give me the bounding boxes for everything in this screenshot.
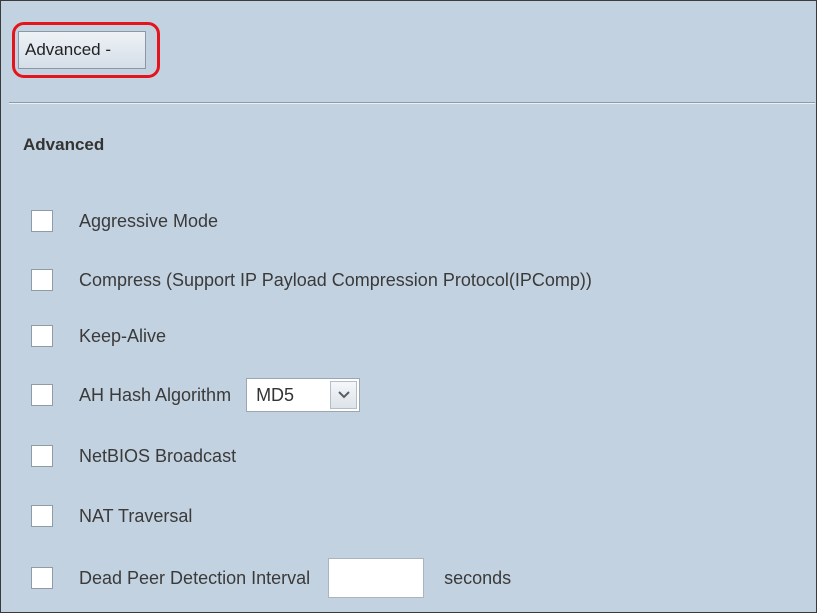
compress-row: Compress (Support IP Payload Compression…	[31, 265, 592, 295]
netbios-broadcast-checkbox[interactable]	[31, 445, 53, 467]
advanced-settings-panel: Advanced - Advanced Aggressive Mode Comp…	[0, 0, 817, 613]
keep-alive-row: Keep-Alive	[31, 321, 166, 351]
ah-hash-row: AH Hash Algorithm MD5	[31, 378, 361, 412]
dead-peer-detection-checkbox[interactable]	[31, 567, 53, 589]
keep-alive-checkbox[interactable]	[31, 325, 53, 347]
dpd-unit-label: seconds	[444, 567, 512, 588]
netbios-broadcast-label: NetBIOS Broadcast	[79, 445, 237, 466]
section-divider	[9, 102, 815, 104]
nat-traversal-label: NAT Traversal	[79, 505, 193, 526]
ah-hash-checkbox[interactable]	[31, 384, 53, 406]
dpd-row: Dead Peer Detection Interval seconds	[31, 558, 512, 598]
ah-hash-selected-value: MD5	[256, 384, 295, 405]
aggressive-mode-row: Aggressive Mode	[31, 206, 218, 236]
ah-hash-label: AH Hash Algorithm	[79, 384, 232, 405]
dead-peer-detection-label: Dead Peer Detection Interval	[79, 567, 311, 588]
dpd-interval-input[interactable]	[328, 558, 425, 598]
chevron-down-icon[interactable]	[330, 381, 358, 409]
compress-label: Compress (Support IP Payload Compression…	[79, 269, 592, 290]
advanced-toggle-button[interactable]: Advanced -	[18, 31, 146, 69]
ah-hash-algorithm-select[interactable]: MD5	[246, 378, 361, 412]
section-title: Advanced	[23, 135, 105, 154]
keep-alive-label: Keep-Alive	[79, 325, 167, 346]
nat-traversal-row: NAT Traversal	[31, 501, 192, 531]
netbios-row: NetBIOS Broadcast	[31, 441, 236, 471]
nat-traversal-checkbox[interactable]	[31, 505, 53, 527]
compress-checkbox[interactable]	[31, 269, 53, 291]
aggressive-mode-checkbox[interactable]	[31, 210, 53, 232]
aggressive-mode-label: Aggressive Mode	[79, 210, 219, 231]
